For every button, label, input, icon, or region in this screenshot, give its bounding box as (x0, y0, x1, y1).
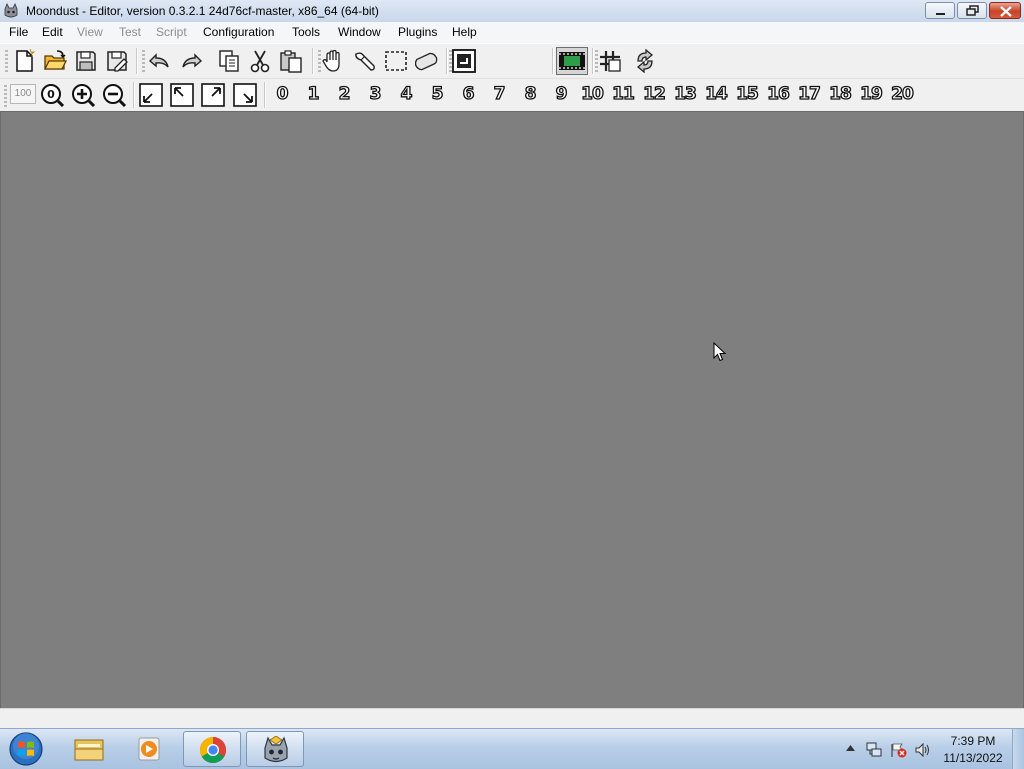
mouse-cursor-icon (713, 342, 727, 362)
action-center-alert-icon[interactable] (890, 742, 908, 758)
mdi-workspace[interactable] (0, 111, 1024, 709)
toolbar-separator (133, 82, 135, 108)
grid-icon[interactable] (598, 49, 622, 73)
toolbar-separator (552, 48, 554, 74)
show-hidden-icons-icon[interactable] (846, 745, 855, 751)
layer-13-button[interactable]: 13 (671, 83, 699, 104)
layer-7-button[interactable]: 7 (488, 83, 510, 104)
clock-time[interactable]: 7:39 PM (944, 734, 1002, 748)
menu-file[interactable]: File (9, 25, 28, 39)
show-desktop-button[interactable] (1012, 729, 1024, 769)
cut-icon[interactable] (248, 49, 272, 73)
toolbar-separator (264, 82, 266, 108)
layer-5-button[interactable]: 5 (426, 83, 448, 104)
layer-12-button[interactable]: 12 (640, 83, 668, 104)
save-icon[interactable] (74, 49, 98, 73)
menu-configuration[interactable]: Configuration (203, 25, 274, 39)
layer-6-button[interactable]: 6 (457, 83, 479, 104)
moondust-icon (264, 736, 288, 763)
layer-20-button[interactable]: 20 (888, 83, 916, 104)
layer-4-button[interactable]: 4 (395, 83, 417, 104)
toolbar-separator (592, 48, 594, 74)
menu-test[interactable]: Test (119, 25, 141, 39)
eraser-icon[interactable] (353, 49, 377, 73)
new-file-icon[interactable] (12, 49, 36, 73)
selection-icon[interactable] (384, 49, 408, 73)
menu-window[interactable]: Window (338, 25, 381, 39)
undo-icon[interactable] (147, 49, 171, 73)
layer-19-button[interactable]: 19 (857, 83, 885, 104)
taskbar-chrome[interactable] (183, 731, 241, 767)
layer-17-button[interactable]: 17 (795, 83, 823, 104)
media-player-icon (138, 737, 160, 761)
reload-icon[interactable] (633, 49, 657, 73)
hand-icon[interactable] (321, 49, 345, 73)
menu-bar: File Edit View Test Script Configuration… (0, 22, 1024, 43)
layer-8-button[interactable]: 8 (519, 83, 541, 104)
save-as-icon[interactable] (105, 49, 129, 73)
playback-icon[interactable] (556, 47, 588, 75)
toolbar-grip[interactable] (142, 50, 145, 72)
chrome-icon (199, 736, 227, 764)
status-bar (0, 708, 1024, 729)
volume-icon[interactable] (914, 742, 932, 758)
taskbar-moondust[interactable] (246, 731, 304, 767)
layer-1-button[interactable]: 1 (302, 83, 324, 104)
copy-icon[interactable] (217, 49, 241, 73)
zoom-in-icon[interactable] (71, 83, 95, 107)
toolbar-separator (312, 48, 314, 74)
redo-icon[interactable] (180, 49, 204, 73)
network-icon[interactable] (865, 742, 883, 758)
resize-icon[interactable] (415, 49, 439, 73)
toolbar-grip[interactable] (5, 50, 8, 72)
close-button[interactable] (989, 2, 1021, 19)
layer-16-button[interactable]: 16 (764, 83, 792, 104)
menu-edit[interactable]: Edit (42, 25, 63, 39)
taskbar-file-explorer[interactable] (60, 731, 118, 767)
zoom-input[interactable]: 100 (10, 84, 36, 104)
zoom-out-icon[interactable] (102, 83, 126, 107)
restore-button[interactable] (957, 2, 987, 19)
zoom-reset-icon[interactable]: 0 (40, 83, 64, 107)
layer-10-button[interactable]: 10 (578, 83, 606, 104)
layer-2-button[interactable]: 2 (333, 83, 355, 104)
toolbar-separator (446, 48, 448, 74)
window-title: Moondust - Editor, version 0.3.2.1 24d76… (26, 4, 379, 18)
layer-3-button[interactable]: 3 (364, 83, 386, 104)
taskbar-media-player[interactable] (120, 731, 178, 767)
align-bottom-right-icon[interactable] (233, 83, 257, 107)
layer-18-button[interactable]: 18 (826, 83, 854, 104)
svg-text:0: 0 (47, 88, 55, 101)
moondust-app-icon (4, 3, 18, 18)
toolbar-grip[interactable] (4, 85, 7, 107)
file-explorer-icon (74, 739, 104, 761)
menu-help[interactable]: Help (452, 25, 477, 39)
menu-view[interactable]: View (77, 25, 103, 39)
layer-0-button[interactable]: 0 (271, 83, 293, 104)
taskbar: 7:39 PM 11/13/2022 (0, 728, 1024, 769)
layer-14-button[interactable]: 14 (702, 83, 730, 104)
menu-script[interactable]: Script (156, 25, 187, 39)
open-folder-icon[interactable] (43, 49, 67, 73)
restore-icon (966, 5, 979, 16)
menu-plugins[interactable]: Plugins (398, 25, 437, 39)
paste-icon[interactable] (279, 49, 303, 73)
start-button[interactable] (6, 732, 46, 766)
menu-tools[interactable]: Tools (292, 25, 320, 39)
clock-date[interactable]: 11/13/2022 (938, 751, 1008, 765)
align-top-right-icon[interactable] (201, 83, 225, 107)
align-bottom-left-icon[interactable] (139, 83, 163, 107)
layer-15-button[interactable]: 15 (733, 83, 761, 104)
main-toolbar (0, 43, 1024, 112)
title-bar[interactable]: Moondust - Editor, version 0.3.2.1 24d76… (0, 0, 1024, 23)
minimize-button[interactable] (925, 2, 955, 19)
toolbar-separator (136, 48, 138, 74)
close-icon (1000, 6, 1012, 17)
layer-9-button[interactable]: 9 (550, 83, 572, 104)
minimize-icon (936, 13, 945, 15)
exit-editor-icon[interactable] (452, 49, 476, 73)
align-top-left-icon[interactable] (170, 83, 194, 107)
layer-11-button[interactable]: 11 (609, 83, 637, 104)
